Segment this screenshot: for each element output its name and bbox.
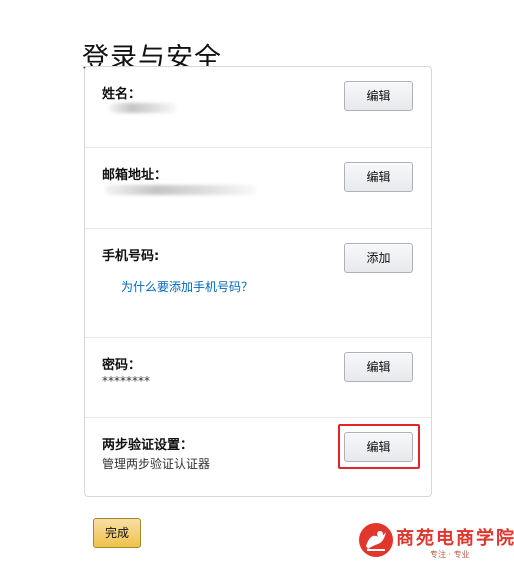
email-label: 邮箱地址：: [102, 168, 168, 183]
logo-title: 商苑电商学院: [396, 528, 514, 549]
phone-label: 手机号码:: [102, 249, 160, 264]
two-step-value: 管理两步验证认证器: [102, 457, 211, 471]
edit-name-button[interactable]: 编辑: [344, 81, 413, 111]
two-step-label: 两步验证设置：: [102, 438, 194, 453]
why-add-phone-link[interactable]: 为什么要添加手机号码？: [121, 278, 253, 295]
logo-emblem-icon: [359, 523, 393, 557]
phone-row: 手机号码: 为什么要添加手机号码？ 添加: [85, 228, 431, 337]
watermark-logo: 商苑电商学院 专注 · 专业: [358, 522, 514, 562]
edit-email-button[interactable]: 编辑: [344, 162, 413, 192]
logo-subtitle: 专注 · 专业: [430, 550, 470, 559]
email-row: 邮箱地址： 编辑: [85, 147, 431, 228]
add-phone-button[interactable]: 添加: [344, 243, 413, 273]
done-button[interactable]: 完成: [93, 518, 141, 548]
email-value-redacted: [105, 185, 257, 195]
name-row: 姓名： 编辑: [85, 67, 431, 147]
edit-password-button[interactable]: 编辑: [344, 352, 413, 382]
password-value: ********: [102, 374, 150, 388]
password-label: 密码：: [102, 358, 142, 373]
name-label: 姓名：: [102, 87, 142, 102]
password-row: 密码： ******** 编辑: [85, 337, 431, 417]
name-value-redacted: [109, 103, 177, 113]
highlight-box: [338, 424, 420, 469]
